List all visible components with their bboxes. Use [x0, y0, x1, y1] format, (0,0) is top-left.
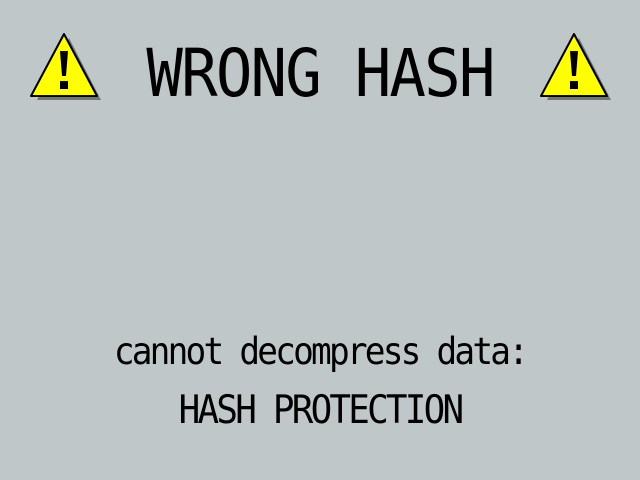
error-screen: WRONG HASH cannot decompress data: HASH …: [0, 0, 640, 480]
error-detail: HASH PROTECTION: [178, 388, 464, 433]
warning-triangle-icon: [540, 33, 611, 100]
error-title: WRONG HASH: [146, 35, 495, 112]
error-message: cannot decompress data:: [113, 330, 529, 373]
